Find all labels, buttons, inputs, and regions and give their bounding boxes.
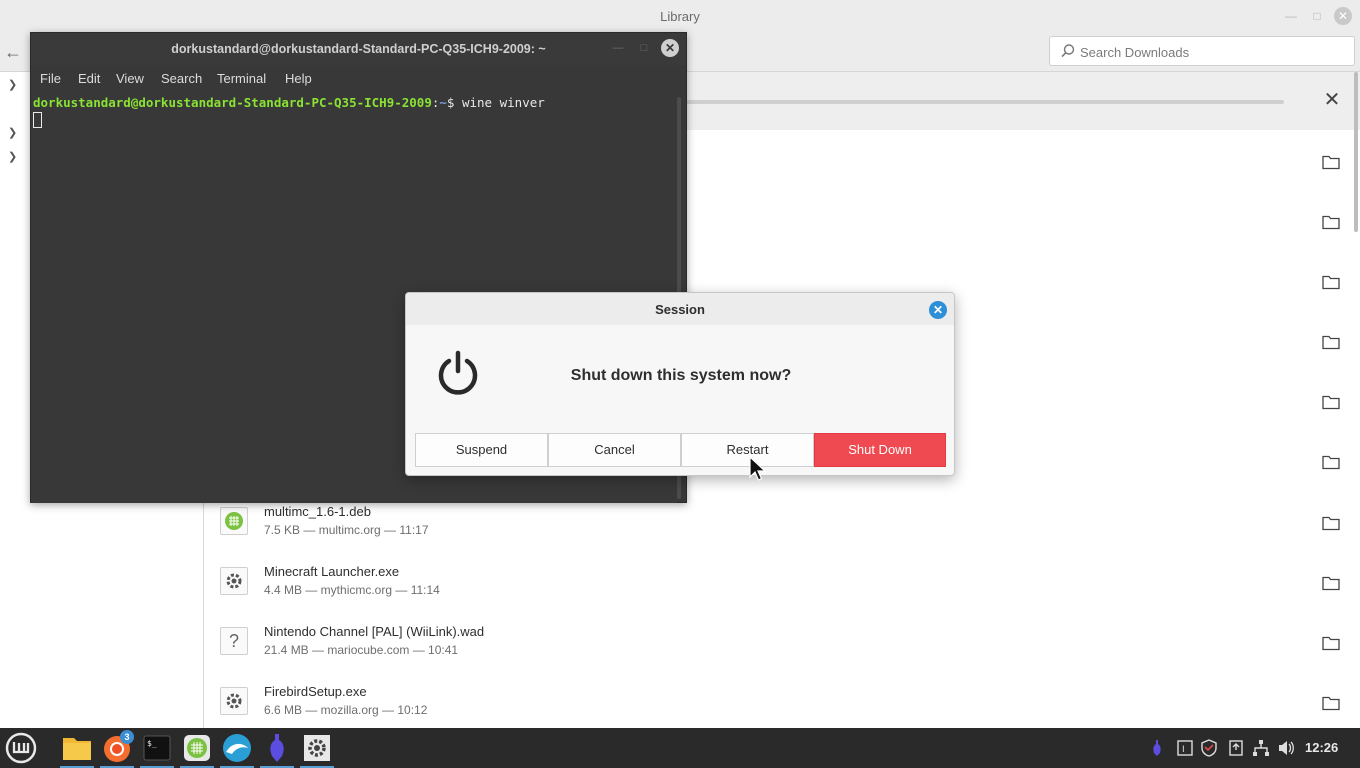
- folder-icon[interactable]: [1322, 635, 1340, 651]
- taskbar: 3 $_ I 12:26: [0, 728, 1360, 768]
- package-icon: [220, 507, 248, 535]
- gear-icon: [220, 687, 248, 715]
- menu-edit[interactable]: Edit: [78, 71, 100, 86]
- shutdown-button[interactable]: Shut Down: [814, 433, 946, 467]
- terminal-title: dorkustandard@dorkustandard-Standard-PC-…: [171, 42, 546, 56]
- shield-icon[interactable]: [1200, 739, 1218, 757]
- library-title: Library: [660, 9, 700, 24]
- svg-text:I: I: [1182, 745, 1185, 755]
- terminal-icon[interactable]: $_: [138, 730, 176, 768]
- folder-icon[interactable]: [1322, 515, 1340, 531]
- folder-icon[interactable]: [1322, 274, 1340, 290]
- library-close-button[interactable]: ✕: [1334, 7, 1352, 25]
- network-icon[interactable]: [1252, 739, 1270, 757]
- terminal-titlebar[interactable]: dorkustandard@dorkustandard-Standard-PC-…: [31, 33, 686, 65]
- close-icon[interactable]: ✕: [1322, 90, 1342, 110]
- minimize-icon[interactable]: —: [1283, 8, 1299, 24]
- menu-view[interactable]: View: [116, 71, 144, 86]
- maximize-icon[interactable]: □: [637, 41, 651, 55]
- menu-terminal[interactable]: Terminal: [217, 71, 266, 86]
- question-icon: ?: [220, 627, 248, 655]
- folder-icon[interactable]: [1322, 334, 1340, 350]
- terminal-command-line: dorkustandard@dorkustandard-Standard-PC-…: [33, 95, 545, 110]
- download-progress-track: [684, 100, 1284, 104]
- terminal-close-button[interactable]: ✕: [661, 39, 679, 57]
- menu-help[interactable]: Help: [285, 71, 312, 86]
- session-title: Session: [655, 302, 705, 317]
- download-row[interactable]: ? Nintendo Channel [PAL] (WiiLink).wad 2…: [204, 612, 1354, 672]
- download-name: FirebirdSetup.exe: [264, 684, 367, 699]
- folder-icon[interactable]: [1322, 214, 1340, 230]
- download-row[interactable]: FirebirdSetup.exe 6.6 MB — mozilla.org —…: [204, 672, 1354, 732]
- taskbar-clock[interactable]: 12:26: [1305, 740, 1338, 755]
- files-icon[interactable]: [58, 730, 96, 768]
- bottle-tray-icon[interactable]: [1148, 739, 1166, 757]
- session-close-button[interactable]: ✕: [929, 301, 947, 319]
- session-titlebar: Session ✕: [406, 293, 954, 325]
- session-message: Shut down this system now?: [570, 367, 792, 384]
- terminal-menubar: File Edit View Search Terminal Help: [31, 65, 686, 93]
- session-dialog: Session ✕ Shut down this system now? Sus…: [405, 292, 955, 476]
- menu-search[interactable]: Search: [161, 71, 202, 86]
- folder-icon[interactable]: [1322, 154, 1340, 170]
- firefox-icon[interactable]: 3: [98, 730, 136, 768]
- prompt-symbol: $: [446, 95, 462, 110]
- settings-icon[interactable]: [298, 730, 336, 768]
- expand-chevron-icon[interactable]: ❯: [8, 126, 18, 140]
- menu-icon[interactable]: [2, 730, 40, 766]
- download-row[interactable]: Minecraft Launcher.exe 4.4 MB — mythicmc…: [204, 552, 1354, 612]
- search-downloads-box[interactable]: [1049, 36, 1355, 66]
- search-icon: [1061, 44, 1075, 58]
- bottle-icon[interactable]: [258, 730, 296, 768]
- back-arrow-icon[interactable]: ←: [4, 42, 24, 62]
- svg-text:$_: $_: [147, 739, 157, 748]
- terminal-command: wine winver: [461, 95, 545, 110]
- library-scrollbar[interactable]: [1354, 72, 1358, 232]
- keyboard-layout-icon[interactable]: I: [1176, 739, 1194, 757]
- download-meta: 21.4 MB — mariocube.com — 10:41: [264, 643, 459, 657]
- library-titlebar: Library — □ ✕: [0, 0, 1360, 32]
- menu-file[interactable]: File: [40, 71, 61, 86]
- mouse-pointer-icon: [749, 456, 767, 481]
- folder-icon[interactable]: [1322, 695, 1340, 711]
- maximize-icon[interactable]: □: [1309, 8, 1325, 24]
- download-meta: 7.5 KB — multimc.org — 11:17: [264, 523, 429, 537]
- download-meta: 6.6 MB — mozilla.org — 10:12: [264, 703, 428, 717]
- volume-icon[interactable]: [1277, 739, 1295, 757]
- multimc-icon[interactable]: [178, 730, 216, 768]
- firefox-badge: 3: [120, 730, 134, 744]
- dolphin-icon[interactable]: [218, 730, 256, 768]
- search-downloads-input[interactable]: [1080, 42, 1340, 62]
- download-meta: 4.4 MB — mythicmc.org — 11:14: [264, 583, 440, 597]
- gear-icon: [220, 567, 248, 595]
- download-name: Minecraft Launcher.exe: [264, 564, 400, 579]
- power-icon: [438, 350, 478, 395]
- folder-icon[interactable]: [1322, 454, 1340, 470]
- cancel-button[interactable]: Cancel: [548, 433, 681, 467]
- expand-chevron-icon[interactable]: ❯: [8, 150, 18, 164]
- prompt-path: ~: [439, 95, 447, 110]
- minimize-icon[interactable]: —: [611, 41, 625, 55]
- update-icon[interactable]: [1227, 739, 1245, 757]
- folder-icon[interactable]: [1322, 575, 1340, 591]
- download-name: multimc_1.6-1.deb: [264, 504, 371, 519]
- expand-chevron-icon[interactable]: ❯: [8, 78, 18, 92]
- prompt-user: dorkustandard@dorkustandard-Standard-PC-…: [33, 95, 432, 110]
- folder-icon[interactable]: [1322, 394, 1340, 410]
- download-name: Nintendo Channel [PAL] (WiiLink).wad: [264, 624, 485, 639]
- text-cursor: [33, 112, 42, 128]
- suspend-button[interactable]: Suspend: [415, 433, 548, 467]
